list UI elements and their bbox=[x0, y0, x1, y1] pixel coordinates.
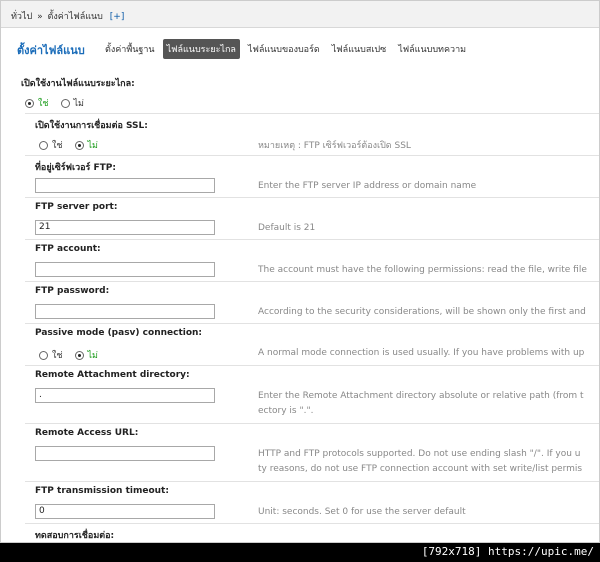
enable-remote-yes-label: ใช่ bbox=[38, 99, 49, 109]
enable-remote-yes-radio[interactable] bbox=[25, 98, 34, 108]
breadcrumb: ทั่วไป » ตั้งค่าไฟล์แนบ [+] bbox=[1, 1, 599, 28]
enable-remote-no-label: ไม่ bbox=[73, 99, 84, 109]
remote-directory-hint-line2: ectory is ".". bbox=[258, 406, 314, 416]
ssl-yes-label: ใช่ bbox=[52, 141, 63, 151]
breadcrumb-separator: » bbox=[37, 12, 43, 22]
setting-row-remote-directory: Remote Attachment directory: . Enter the… bbox=[25, 365, 599, 424]
tab-remote-attachment[interactable]: ไฟล์แนบระยะไกล bbox=[162, 39, 240, 59]
ssl-options: ใช่ ไม่ bbox=[39, 138, 110, 152]
enable-remote-no-radio[interactable] bbox=[60, 98, 70, 108]
setting-row-ftp-account: FTP account: The account must have the f… bbox=[25, 239, 599, 282]
remote-url-label: Remote Access URL: bbox=[35, 428, 139, 438]
breadcrumb-home[interactable]: ทั่วไป bbox=[11, 12, 32, 22]
remote-directory-input[interactable]: . bbox=[35, 388, 215, 403]
ftp-timeout-label: FTP transmission timeout: bbox=[35, 486, 169, 496]
ftp-account-label: FTP account: bbox=[35, 244, 101, 254]
breadcrumb-current: ตั้งค่าไฟล์แนบ bbox=[47, 12, 103, 22]
ssl-hint: หมายเหตุ : FTP เซิร์ฟเวอร์ต้องเปิด SSL bbox=[258, 141, 411, 151]
passive-no-radio[interactable] bbox=[74, 350, 84, 360]
setting-row-passive-mode: Passive mode (pasv) connection: ใช่ ไม่ … bbox=[25, 323, 599, 366]
ftp-password-input[interactable] bbox=[35, 304, 215, 319]
setting-row-ftp-timeout: FTP transmission timeout: 0 Unit: second… bbox=[25, 481, 599, 524]
ssl-yes-radio[interactable] bbox=[39, 140, 48, 150]
breadcrumb-add-shortcut-button[interactable]: [+] bbox=[110, 12, 125, 22]
remote-directory-label: Remote Attachment directory: bbox=[35, 370, 190, 380]
tab-basic-settings[interactable]: ตั้งค่าพื้นฐาน bbox=[101, 39, 159, 59]
passive-mode-label: Passive mode (pasv) connection: bbox=[35, 328, 203, 338]
page-title: ตั้งค่าไฟล์แนบ bbox=[17, 44, 85, 57]
setting-row-remote-url: Remote Access URL: HTTP and FTP protocol… bbox=[25, 423, 599, 482]
enable-remote-options: ใช่ ไม่ bbox=[25, 96, 96, 110]
passive-mode-options: ใช่ ไม่ bbox=[39, 348, 110, 362]
tab-forum-attachment[interactable]: ไฟล์แนบของบอร์ด bbox=[244, 39, 324, 59]
ftp-timeout-input[interactable]: 0 bbox=[35, 504, 215, 519]
ssl-no-label: ไม่ bbox=[87, 141, 98, 151]
remote-directory-hint-line1: Enter the Remote Attachment directory ab… bbox=[258, 391, 584, 401]
ftp-port-input[interactable]: 21 bbox=[35, 220, 215, 235]
settings-panel: ทั่วไป » ตั้งค่าไฟล์แนบ [+] ตั้งค่าไฟล์แ… bbox=[0, 0, 600, 543]
setting-row-test-connection: ทดสอบการเชื่อมต่อ: bbox=[25, 523, 599, 542]
tab-bar: ตั้งค่าพื้นฐาน ไฟล์แนบระยะไกล ไฟล์แนบของ… bbox=[101, 39, 474, 59]
setting-row-ssl: เปิดใช้งานการเชื่อมต่อ SSL: ใช่ ไม่ หมาย… bbox=[25, 113, 599, 156]
setting-row-ftp-port: FTP server port: 21 Default is 21 bbox=[25, 197, 599, 240]
passive-yes-label: ใช่ bbox=[52, 351, 63, 361]
passive-no-label: ไม่ bbox=[87, 351, 98, 361]
remote-url-hint-line2: ty reasons, do not use FTP connection ac… bbox=[258, 464, 583, 474]
ftp-timeout-hint: Unit: seconds. Set 0 for use the server … bbox=[258, 507, 466, 517]
ssl-label: เปิดใช้งานการเชื่อมต่อ SSL: bbox=[35, 121, 148, 131]
ftp-account-hint: The account must have the following perm… bbox=[258, 265, 587, 275]
ftp-password-hint: According to the security considerations… bbox=[258, 307, 586, 317]
ftp-port-hint: Default is 21 bbox=[258, 223, 316, 233]
ftp-port-label: FTP server port: bbox=[35, 202, 118, 212]
passive-yes-radio[interactable] bbox=[39, 350, 48, 360]
enable-remote-label: เปิดใช้งานไฟล์แนบระยะไกล: bbox=[21, 79, 135, 89]
ftp-host-hint: Enter the FTP server IP address or domai… bbox=[258, 181, 477, 191]
tab-article-attachment[interactable]: ไฟล์แนบบทความ bbox=[394, 39, 470, 59]
ftp-host-input[interactable] bbox=[35, 178, 215, 193]
tab-space-attachment[interactable]: ไฟล์แนบสเปซ bbox=[328, 39, 390, 59]
ssl-no-radio[interactable] bbox=[74, 140, 84, 150]
setting-row-ftp-password: FTP password: According to the security … bbox=[25, 281, 599, 324]
remote-url-hint-line1: HTTP and FTP protocols supported. Do not… bbox=[258, 449, 581, 459]
ftp-account-input[interactable] bbox=[35, 262, 215, 277]
test-connection-label: ทดสอบการเชื่อมต่อ: bbox=[35, 531, 115, 541]
ftp-host-label: ที่อยู่เซิร์ฟเวอร์ FTP: bbox=[35, 163, 116, 173]
passive-mode-hint: A normal mode connection is used usually… bbox=[258, 348, 585, 358]
image-host-watermark: [792x718] https://upic.me/ bbox=[421, 545, 594, 558]
setting-row-ftp-host: ที่อยู่เซิร์ฟเวอร์ FTP: Enter the FTP se… bbox=[25, 155, 599, 198]
ftp-password-label: FTP password: bbox=[35, 286, 110, 296]
remote-url-input[interactable] bbox=[35, 446, 215, 461]
